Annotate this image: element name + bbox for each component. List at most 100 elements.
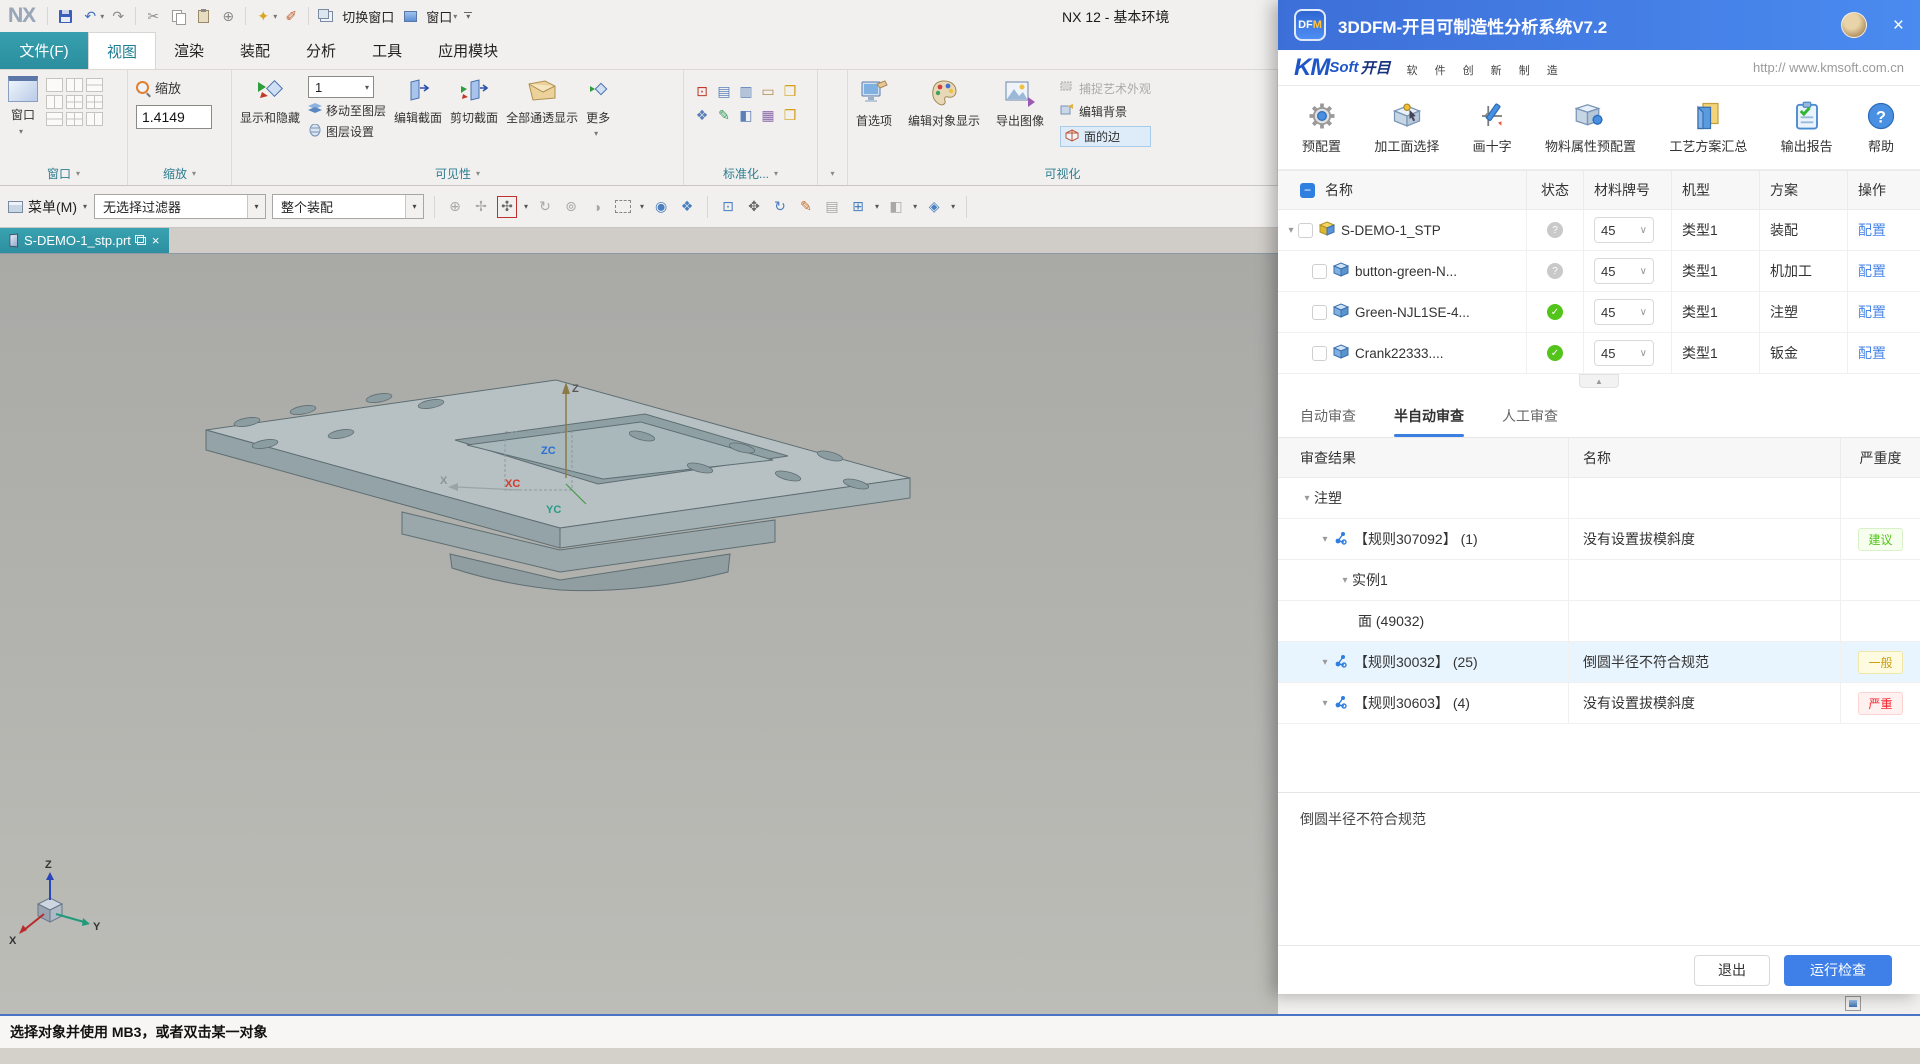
view-triad[interactable]: Z X Y: [9, 859, 101, 947]
screen-capture-icon[interactable]: [1845, 996, 1861, 1011]
configure-link[interactable]: 配置: [1858, 261, 1886, 281]
touch-mode-button[interactable]: ⊕: [217, 5, 239, 27]
sheet-view-icon[interactable]: ▤: [822, 196, 842, 218]
layer-visible-icon[interactable]: ▤: [714, 80, 734, 102]
tab-auto-review[interactable]: 自动审查: [1300, 394, 1356, 437]
configure-link[interactable]: 配置: [1858, 302, 1886, 322]
selection-filter-combo[interactable]: 无选择过滤器 ▾: [94, 194, 266, 219]
caret-down-icon[interactable]: ▾: [192, 169, 196, 178]
exit-button[interactable]: 退出: [1694, 955, 1770, 986]
collapse-table-button[interactable]: ▲: [1579, 374, 1619, 388]
table-row[interactable]: Green-NJL1SE-4... ✓ 45∨ 类型1 注塑 配置: [1278, 292, 1920, 333]
table-row-selected[interactable]: ▾ 【规则30032】 (25) 倒圆半径不符合规范 一般: [1278, 642, 1920, 683]
table-row[interactable]: ▾ S-DEMO-1_STP ? 45∨ 类型1 装配 配置: [1278, 210, 1920, 251]
material-select[interactable]: 45∨: [1594, 299, 1654, 325]
caret-down-icon[interactable]: ▾: [913, 202, 917, 211]
row-checkbox[interactable]: [1298, 223, 1313, 238]
tab-analysis[interactable]: 分析: [288, 32, 354, 69]
tab-tools[interactable]: 工具: [354, 32, 420, 69]
shading-mode-icon[interactable]: ◧: [886, 196, 906, 218]
tab-manual-review[interactable]: 人工审查: [1502, 394, 1558, 437]
row-checkbox[interactable]: [1312, 346, 1327, 361]
material-select[interactable]: 45∨: [1594, 258, 1654, 284]
capture-art-button[interactable]: 捕捉艺术外观: [1060, 80, 1151, 97]
table-row[interactable]: ▾ 注塑: [1278, 478, 1920, 519]
switch-window-button[interactable]: 切换窗口: [342, 7, 394, 26]
undo-caret-icon[interactable]: ▾: [100, 12, 104, 21]
move-to-layer-button[interactable]: 移动至图层: [308, 102, 386, 119]
face-select-button[interactable]: 加工面选择: [1374, 101, 1439, 155]
caret-down-icon[interactable]: ▾: [640, 202, 644, 211]
zoom-window-icon[interactable]: ⊡: [718, 196, 738, 218]
tab-semi-auto-review[interactable]: 半自动审查: [1394, 394, 1464, 437]
expand-caret-icon[interactable]: ▾: [1318, 657, 1332, 668]
tab-assembly[interactable]: 装配: [222, 32, 288, 69]
selection-scope-combo[interactable]: 整个装配 ▾: [272, 194, 424, 219]
copy-button[interactable]: [167, 5, 189, 27]
expand-caret-icon[interactable]: ▾: [1284, 225, 1298, 236]
layer-category-icon[interactable]: ▥: [736, 80, 756, 102]
annotation-card-icon[interactable]: ▭: [758, 80, 778, 102]
graphics-viewport[interactable]: Z ZC XC YC X Z X Y: [0, 254, 1278, 1014]
table-row[interactable]: 面 (49032): [1278, 601, 1920, 642]
component-group-icon[interactable]: ❒: [780, 80, 800, 102]
caret-down-icon[interactable]: ▾: [524, 202, 528, 211]
rotate-view-icon[interactable]: ↻: [770, 196, 790, 218]
snap-rotate-icon[interactable]: ↻: [535, 196, 555, 218]
paint-part-icon[interactable]: ✎: [714, 104, 734, 126]
bounded-select-icon[interactable]: ⊡: [692, 80, 712, 102]
caret-down-icon[interactable]: ▾: [76, 169, 80, 178]
edit-section-button[interactable]: 编辑截面: [394, 74, 442, 161]
report-button[interactable]: 输出报告: [1781, 101, 1833, 155]
table-row[interactable]: Crank22333.... ✓ 45∨ 类型1 钣金 配置: [1278, 333, 1920, 374]
draw-cross-button[interactable]: 画十字: [1473, 101, 1512, 155]
edit-card-icon[interactable]: ▦: [758, 104, 778, 126]
process-summary-button[interactable]: 工艺方案汇总: [1669, 101, 1747, 155]
table-row[interactable]: button-green-N... ? 45∨ 类型1 机加工 配置: [1278, 251, 1920, 292]
tab-view[interactable]: 视图: [88, 32, 156, 69]
window-layout-grid[interactable]: [46, 74, 103, 161]
tab-file[interactable]: 文件(F): [0, 32, 88, 69]
caret-down-icon[interactable]: ▾: [951, 202, 955, 211]
snap-point-icon[interactable]: ⊕: [445, 196, 465, 218]
window-menu-button[interactable]: 窗口: [426, 7, 452, 26]
validate-cube-icon[interactable]: ❖: [692, 104, 712, 126]
display-cube-icon[interactable]: ◈: [924, 196, 944, 218]
view-layout-icon[interactable]: ⊞: [848, 196, 868, 218]
caret-down-icon[interactable]: ▾: [875, 202, 879, 211]
cad-model[interactable]: [206, 380, 910, 591]
command-finder-button[interactable]: ✦: [252, 5, 274, 27]
row-checkbox[interactable]: [1312, 264, 1327, 279]
translucent-all-button[interactable]: 全部通透显示: [506, 74, 578, 161]
combo-caret-icon[interactable]: ▾: [405, 195, 423, 218]
sphere-select-icon[interactable]: ◉: [651, 196, 671, 218]
window-menu-caret-icon[interactable]: ▾: [453, 12, 457, 21]
more-button[interactable]: 更多 ▾: [586, 74, 610, 161]
material-select[interactable]: 45∨: [1594, 340, 1654, 366]
cube-check-icon[interactable]: ◧: [736, 104, 756, 126]
tab-render[interactable]: 渲染: [156, 32, 222, 69]
snap-enabled-icon[interactable]: ✣: [497, 196, 517, 218]
command-finder-caret-icon[interactable]: ▾: [273, 12, 277, 21]
window-button[interactable]: 窗口 ▾: [8, 74, 38, 161]
table-row[interactable]: ▾ 实例1: [1278, 560, 1920, 601]
caret-down-icon[interactable]: ▾: [774, 169, 778, 178]
save-button[interactable]: [54, 5, 76, 27]
component-group2-icon[interactable]: ❒: [780, 104, 800, 126]
layer-settings-button[interactable]: 图层设置: [308, 123, 386, 140]
edit-background-button[interactable]: 编辑背景: [1060, 103, 1151, 120]
zoom-button[interactable]: 缩放: [136, 78, 212, 97]
select-rectangle-icon[interactable]: [613, 196, 633, 218]
cut-button[interactable]: ✂: [142, 5, 164, 27]
close-panel-icon[interactable]: ×: [1893, 16, 1904, 35]
expand-caret-icon[interactable]: ▾: [1300, 493, 1314, 504]
pan-icon[interactable]: ✥: [744, 196, 764, 218]
work-layer-combo[interactable]: 1 ▾: [308, 76, 374, 98]
row-checkbox[interactable]: [1312, 305, 1327, 320]
close-tab-icon[interactable]: ×: [152, 234, 160, 247]
show-hide-button[interactable]: 显示和隐藏: [240, 74, 300, 161]
expand-caret-icon[interactable]: ▾: [1338, 575, 1352, 586]
expand-caret-icon[interactable]: ▾: [1318, 534, 1332, 545]
snap-quadrant-icon[interactable]: ◑: [587, 196, 607, 218]
user-avatar[interactable]: [1841, 12, 1867, 38]
